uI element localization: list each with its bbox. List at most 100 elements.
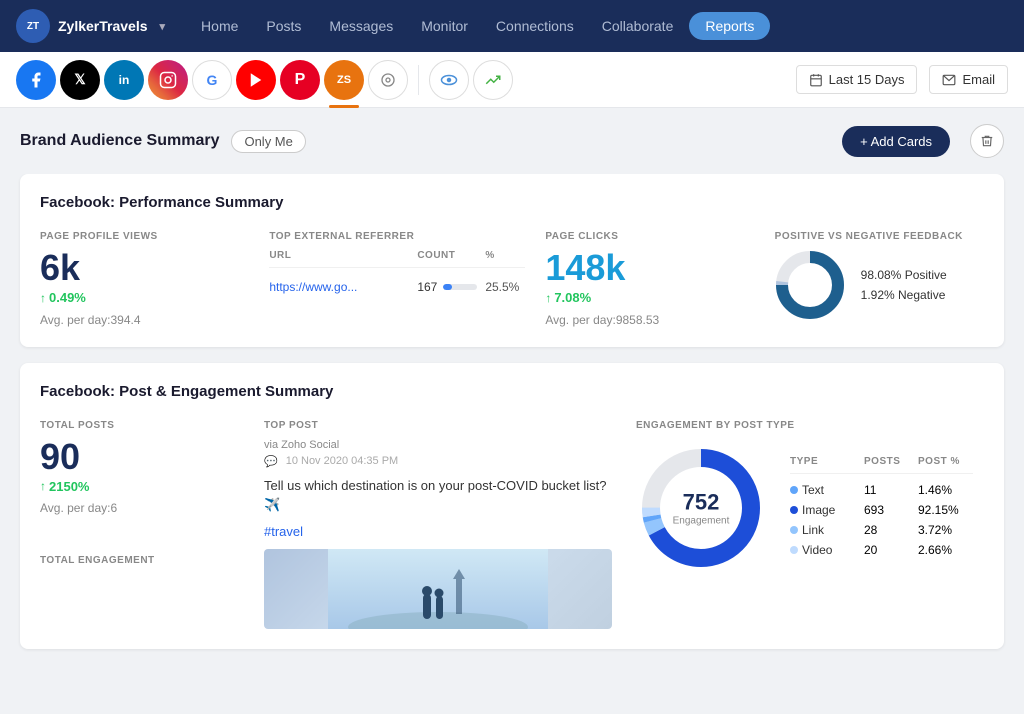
eng-row-link: Link 28 3.72% [790,520,973,540]
calendar-icon [809,73,823,87]
post-time: 10 Nov 2020 04:35 PM [286,455,399,467]
youtube-icon[interactable] [236,60,276,100]
social-icons-bar: 𝕏 in G P ZS Last 15 Days Email [0,52,1024,108]
page-views-metric: PAGE PROFILE VIEWS 6k ↑ 0.49% Avg. per d… [40,231,249,327]
donut-center-text: 752 Engagement [673,489,730,526]
total-posts-section: TOTAL POSTS 90 ↑ 2150% Avg. per day:6 TO… [40,420,240,629]
image-dot [790,506,798,514]
email-icon [942,73,956,87]
watch-icon[interactable] [429,60,469,100]
visibility-badge[interactable]: Only Me [231,130,305,153]
divider [418,65,419,95]
performance-grid: PAGE PROFILE VIEWS 6k ↑ 0.49% Avg. per d… [40,231,984,327]
nav-reports[interactable]: Reports [689,12,770,40]
eng-row-video: Video 20 2.66% [790,540,973,560]
engagement-table: TYPE POSTS POST % Text 11 1.46% Image 69… [790,456,973,560]
post-image [264,549,612,629]
feedback-chart: 98.08% Positive 1.92% Negative [775,250,984,320]
feedback-section: POSITIVE VS NEGATIVE FEEDBACK 98.08% Pos… [775,231,984,327]
instagram-icon[interactable] [148,60,188,100]
engagement-type-label: ENGAGEMENT BY POST TYPE [636,420,984,431]
page-views-change: ↑ 0.49% [40,290,86,305]
positive-row: 98.08% Positive [861,268,947,282]
total-posts-value: 90 [40,439,240,475]
up-arrow-icon: ↑ [40,291,46,305]
top-post-label: TOP POST [264,420,612,431]
page-title: Brand Audience Summary [20,132,219,150]
nav-monitor[interactable]: Monitor [409,12,480,40]
nav-home[interactable]: Home [189,12,250,40]
linkedin-icon[interactable]: in [104,60,144,100]
video-dot [790,546,798,554]
nav-messages[interactable]: Messages [317,12,405,40]
facebook-icon[interactable] [16,60,56,100]
post-engagement-title: Facebook: Post & Engagement Summary [40,383,984,400]
referrer-bar [443,284,477,290]
nav-collaborate[interactable]: Collaborate [590,12,686,40]
page-clicks-change: ↑ 7.08% [545,290,591,305]
eng-table-header: TYPE POSTS POST % [790,456,973,474]
feedback-label: POSITIVE VS NEGATIVE FEEDBACK [775,231,984,242]
engagement-donut: 752 Engagement [636,443,766,573]
referrer-pct: 25.5% [485,280,525,294]
date-range-button[interactable]: Last 15 Days [796,65,918,94]
performance-summary-title: Facebook: Performance Summary [40,194,984,211]
text-dot [790,486,798,494]
delete-button[interactable] [970,124,1004,158]
up-arrow-icon-3: ↑ [40,479,46,493]
page-clicks-value: 148k [545,250,754,286]
page-views-value: 6k [40,250,249,286]
post-hashtag[interactable]: #travel [264,524,303,539]
post-image-svg [264,549,612,629]
performance-summary-card: Facebook: Performance Summary PAGE PROFI… [20,174,1004,347]
feedback-donut-chart [775,250,845,320]
page-clicks-metric: PAGE CLICKS 148k ↑ 7.08% Avg. per day:98… [545,231,754,327]
brand-logo[interactable]: ZT ZylkerTravels ▾ [16,9,165,43]
link-dot [790,526,798,534]
top-post-section: TOP POST via Zoho Social 💬 10 Nov 2020 0… [264,420,612,629]
eng-row-image: Image 693 92.15% [790,500,973,520]
page-header: Brand Audience Summary Only Me + Add Car… [0,108,1024,174]
top-navigation: ZT ZylkerTravels ▾ Home Posts Messages M… [0,0,1024,52]
page-views-label: PAGE PROFILE VIEWS [40,231,249,242]
engagement-by-type: ENGAGEMENT BY POST TYPE [636,420,984,629]
page-clicks-avg: Avg. per day:9858.53 [545,313,754,327]
total-engagement-label: TOTAL ENGAGEMENT [40,555,240,566]
trash-icon [980,134,994,148]
referrer-table-header: URL COUNT % [269,250,525,268]
google-icon[interactable]: G [192,60,232,100]
post-time-row: 💬 10 Nov 2020 04:35 PM [264,455,612,468]
referrer-label: TOP EXTERNAL REFERRER [269,231,525,242]
growth-icon[interactable] [473,60,513,100]
pinterest-icon[interactable]: P [280,60,320,100]
nav-connections[interactable]: Connections [484,12,586,40]
total-posts-change: ↑ 2150% [40,479,89,494]
post-engagement-card: Facebook: Post & Engagement Summary TOTA… [20,363,1004,649]
comment-icon: 💬 [264,455,278,468]
zoho-social-icon[interactable]: ZS [324,60,364,100]
up-arrow-icon-2: ↑ [545,291,551,305]
chevron-down-icon: ▾ [160,20,166,33]
nav-posts[interactable]: Posts [254,12,313,40]
negative-row: 1.92% Negative [861,288,947,302]
top-referrer-section: TOP EXTERNAL REFERRER URL COUNT % https:… [269,231,525,327]
main-content: Facebook: Performance Summary PAGE PROFI… [0,174,1024,714]
logo-icon: ZT [16,9,50,43]
feedback-legend: 98.08% Positive 1.92% Negative [861,268,947,302]
nav-items: Home Posts Messages Monitor Connections … [189,12,1008,40]
donut-wrap: 752 Engagement TYPE POSTS POST % Text 11 [636,443,984,573]
referrer-url[interactable]: https://www.go... [269,280,409,294]
email-button[interactable]: Email [929,65,1008,94]
eng-row-text: Text 11 1.46% [790,480,973,500]
page-clicks-label: PAGE CLICKS [545,231,754,242]
twitter-x-icon[interactable]: 𝕏 [60,60,100,100]
total-posts-avg: Avg. per day:6 [40,501,240,515]
post-text: Tell us which destination is on your pos… [264,476,612,515]
total-posts-label: TOTAL POSTS [40,420,240,431]
post-via: via Zoho Social [264,439,612,451]
referrer-row: https://www.go... 167 25.5% [269,276,525,298]
custom-icon-1[interactable] [368,60,408,100]
page-views-avg: Avg. per day:394.4 [40,313,249,327]
post-engage-grid: TOTAL POSTS 90 ↑ 2150% Avg. per day:6 TO… [40,420,984,629]
add-cards-button[interactable]: + Add Cards [842,126,950,157]
